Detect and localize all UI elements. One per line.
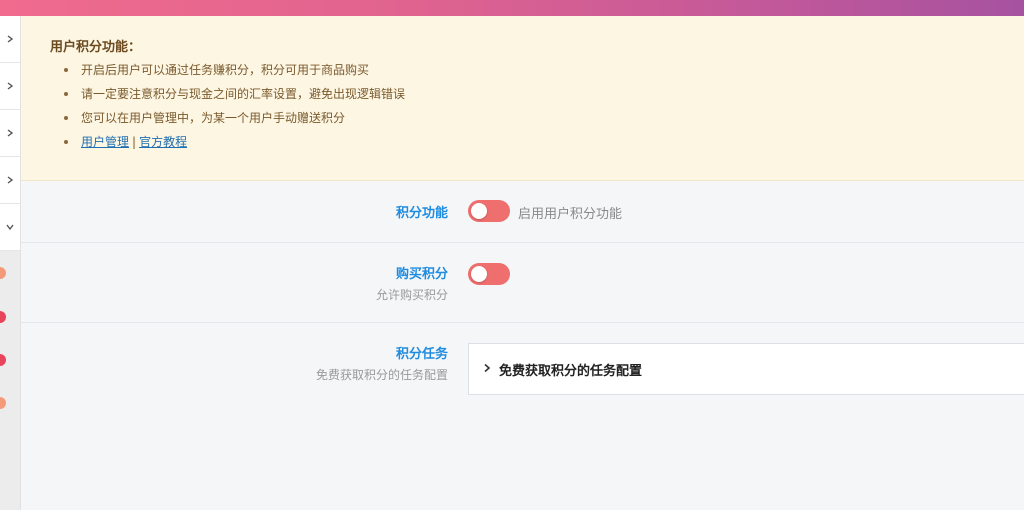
submenu-dot-icon[interactable]	[0, 267, 6, 279]
setting-label: 积分功能	[396, 202, 448, 221]
link-separator: |	[132, 135, 137, 149]
chevron-right-icon	[7, 82, 14, 90]
points-feature-toggle[interactable]	[468, 200, 510, 222]
chevron-down-icon	[6, 224, 14, 231]
setting-row-points-tasks: 积分任务 免费获取积分的任务配置 免费获取积分的任务配置	[21, 323, 1024, 510]
notice-item: 您可以在用户管理中，为某一个用户手动赠送积分	[64, 106, 405, 130]
buy-points-toggle[interactable]	[468, 263, 510, 285]
points-tasks-sublabel: 免费获取积分的任务配置	[315, 368, 448, 382]
main-content: 用户积分功能： 开启后用户可以通过任务赚积分，积分可用于商品购买 请一定要注意积…	[21, 16, 1024, 510]
sidebar-menu-item-1[interactable]	[0, 16, 20, 63]
sidebar-menu-item-4[interactable]	[0, 157, 20, 204]
setting-label: 购买积分 允许购买积分	[376, 263, 448, 303]
submenu-dot-icon[interactable]	[0, 354, 6, 366]
points-feature-toggle-text: 启用用户积分功能	[518, 207, 623, 222]
buy-points-label: 购买积分	[395, 267, 448, 282]
chevron-right-icon	[7, 129, 14, 137]
points-tasks-label: 积分任务	[395, 347, 448, 362]
buy-points-sublabel: 允许购买积分	[375, 288, 448, 302]
setting-row-points-feature: 积分功能 启用用户积分功能	[21, 181, 1024, 243]
sidebar-menu-item-3[interactable]	[0, 110, 20, 157]
chevron-right-icon	[7, 35, 14, 43]
user-manage-link[interactable]: 用户管理	[81, 135, 129, 149]
setting-row-buy-points: 购买积分 允许购买积分	[21, 243, 1024, 323]
toggle-knob	[471, 266, 487, 282]
points-feature-label: 积分功能	[395, 206, 448, 221]
points-tasks-panel-title: 免费获取积分的任务配置	[499, 364, 643, 379]
sidebar-menu-item-5-expanded[interactable]	[0, 204, 20, 251]
notice-item: 请一定要注意积分与现金之间的汇率设置，避免出现逻辑错误	[64, 82, 405, 106]
toggle-knob	[471, 203, 487, 219]
submenu-dot-icon[interactable]	[0, 311, 6, 323]
sidebar-menu-item-2[interactable]	[0, 63, 20, 110]
sidebar	[0, 16, 21, 510]
notice-item: 开启后用户可以通过任务赚积分，积分可用于商品购买	[64, 58, 405, 82]
chevron-right-icon	[484, 363, 491, 373]
top-gradient-bar	[0, 0, 1024, 16]
chevron-right-icon	[7, 176, 14, 184]
notice-panel: 用户积分功能： 开启后用户可以通过任务赚积分，积分可用于商品购买 请一定要注意积…	[21, 16, 1024, 181]
submenu-dot-icon[interactable]	[0, 397, 6, 409]
official-tutorial-link[interactable]: 官方教程	[139, 135, 187, 149]
notice-title: 用户积分功能：	[50, 40, 142, 55]
notice-list: 开启后用户可以通过任务赚积分，积分可用于商品购买 请一定要注意积分与现金之间的汇…	[64, 58, 405, 154]
setting-label: 积分任务 免费获取积分的任务配置	[316, 343, 448, 383]
points-tasks-collapse-panel[interactable]: 免费获取积分的任务配置	[468, 343, 1024, 395]
notice-links: 用户管理 | 官方教程	[64, 130, 405, 154]
